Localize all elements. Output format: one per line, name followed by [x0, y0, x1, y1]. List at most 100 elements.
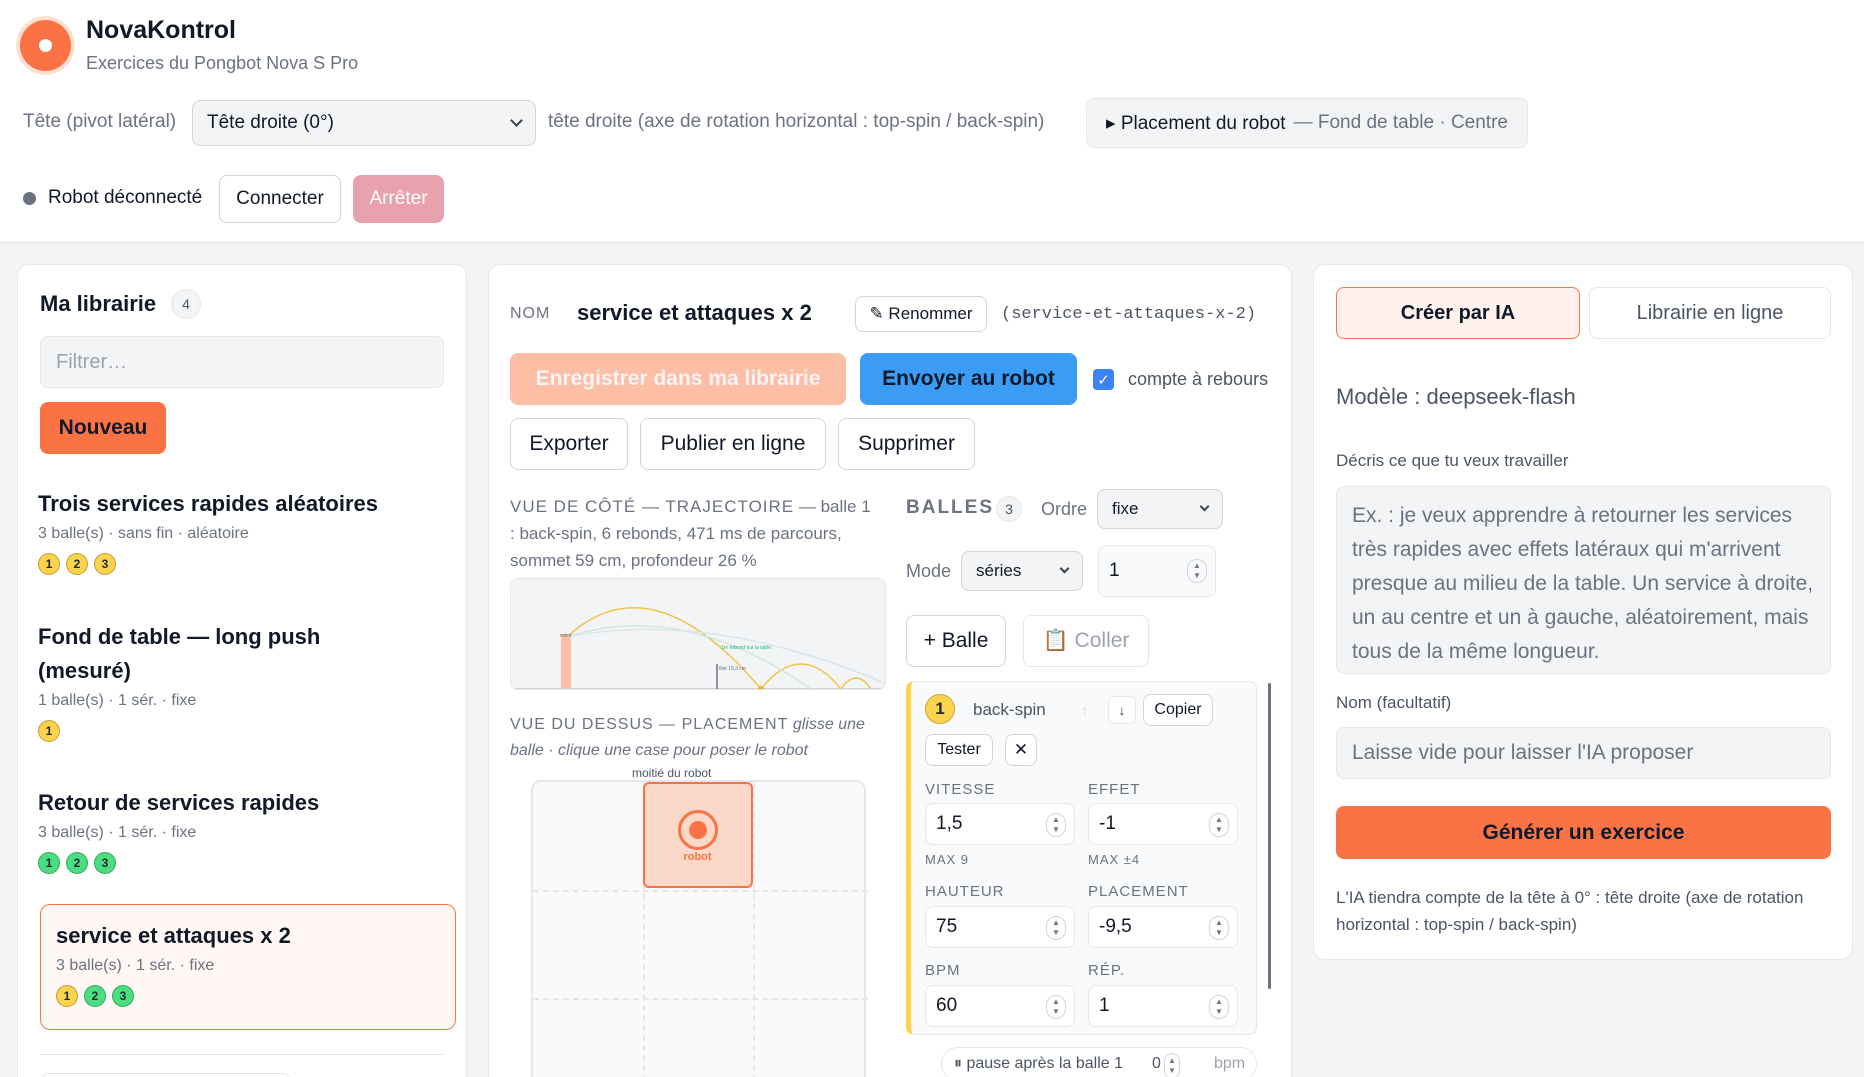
ball-dot: 1 [38, 553, 60, 575]
move-down-icon[interactable]: ↓ [1108, 696, 1136, 724]
library-item[interactable]: Fond de table — long push (mesuré) 1 bal… [38, 620, 358, 742]
stepper-icon[interactable]: ▲ ▼ [1046, 995, 1066, 1019]
trajectory-ghost [566, 624, 812, 689]
effect-value: -1 [1099, 813, 1116, 834]
app-name: NovaKontrol [86, 16, 236, 44]
rename-button[interactable]: ✎ Renommer [855, 296, 987, 332]
placement-input[interactable]: -9,5 ▲ ▼ [1088, 906, 1238, 948]
library-item-meta: 3 balle(s) · sans fin · aléatoire [38, 525, 249, 542]
side-view-chart: robot 1er rebond sur la table filet 15,3… [510, 578, 886, 690]
new-exercise-button[interactable]: Nouveau [40, 402, 166, 454]
head-select-value: Tête droite (0°) [207, 112, 334, 133]
library-filter-input[interactable]: Filtrer… [40, 336, 444, 388]
robot-bar [561, 634, 571, 689]
order-select-value: fixe [1112, 499, 1139, 518]
send-to-robot-button[interactable]: Envoyer au robot [860, 353, 1077, 405]
close-icon[interactable]: ✕ [1005, 734, 1037, 766]
library-count-badge: 4 [171, 289, 201, 319]
library-item-selected[interactable]: service et attaques x 2 3 balle(s) · 1 s… [40, 904, 456, 1030]
connect-button[interactable]: Connecter [219, 175, 341, 223]
head-select[interactable]: Tête droite (0°) [192, 100, 536, 146]
add-ball-button[interactable]: + Balle [906, 615, 1006, 667]
speed-label: VITESSE [925, 781, 996, 798]
bounce-tag: 1er rebond sur la table [721, 645, 771, 651]
pause-label: ⏸ pause après la balle 1 [954, 1055, 1124, 1072]
robot-cell[interactable]: robot [643, 782, 753, 888]
editor-panel: NOM service et attaques x 2 ✎ Renommer (… [488, 264, 1292, 1077]
library-item[interactable]: Trois services rapides aléatoires 3 ball… [38, 487, 440, 575]
top-view-half-label: moitié du robot [632, 766, 712, 780]
tab-online-library[interactable]: Librairie en ligne [1589, 287, 1831, 339]
robot-placement-toggle[interactable]: ▸ Placement du robot — Fond de table · C… [1086, 98, 1528, 148]
move-up-icon[interactable]: ↑ [1071, 696, 1099, 724]
trajectory-svg: robot 1er rebond sur la table filet 15,3… [511, 607, 885, 689]
countdown-checkbox[interactable]: ✓ [1093, 369, 1114, 390]
speed-max: MAX 9 [925, 852, 970, 867]
mode-select-value: séries [976, 561, 1022, 580]
ball-dots: 1 2 3 [38, 553, 440, 575]
countdown-label: compte à rebours [1128, 369, 1269, 389]
pause-row: ⏸ pause après la balle 1 0 ▲ ▼ bpm [941, 1047, 1257, 1077]
save-to-library-button[interactable]: Enregistrer dans ma librairie [510, 353, 846, 405]
order-select[interactable]: fixe [1097, 489, 1223, 529]
name-optional-input[interactable]: Laisse vide pour laisser l'IA proposer [1336, 727, 1831, 779]
generate-exercise-button[interactable]: Générer un exercice [1336, 806, 1831, 859]
paste-button[interactable]: 📋 Coller [1023, 615, 1149, 667]
stop-button[interactable]: Arrêter [353, 175, 444, 223]
bpm-input[interactable]: 60 ▲ ▼ [925, 985, 1075, 1027]
exercise-slug: (service-et-attaques-x-2) [1001, 305, 1257, 324]
rep-input[interactable]: 1 ▲ ▼ [1088, 985, 1238, 1027]
ball-dot: 1 [38, 720, 60, 742]
ball-dots: 1 2 3 [56, 985, 291, 1007]
mode-select[interactable]: séries [961, 551, 1083, 591]
top-view-caption: VUE DU DESSUS — PLACEMENT glisse une bal… [510, 712, 885, 764]
ball-list-scrollbar[interactable] [1268, 683, 1271, 989]
series-count-input[interactable]: 1 ▲ ▼ [1098, 545, 1216, 597]
app-logo-icon [20, 20, 71, 71]
speed-value: 1,5 [936, 813, 963, 834]
stepper-icon[interactable]: ▲ ▼ [1209, 995, 1229, 1019]
ball-dot: 1 [38, 852, 60, 874]
describe-textarea[interactable]: Ex. : je veux apprendre à retourner les … [1336, 486, 1831, 674]
chevron-down-icon [1059, 563, 1070, 574]
stepper-icon[interactable]: ▲ ▼ [1187, 559, 1207, 583]
test-ball-button[interactable]: Tester [925, 734, 993, 766]
stepper-icon[interactable]: ▲ ▼ [1164, 1053, 1180, 1077]
effect-label: EFFET [1088, 781, 1141, 798]
top-bar: NovaKontrol Exercices du Pongbot Nova S … [0, 0, 1864, 243]
stepper-icon[interactable]: ▲ ▼ [1046, 916, 1066, 940]
library-item-title: Fond de table — long push (mesuré) [38, 624, 321, 683]
pause-unit: bpm [1214, 1055, 1246, 1072]
connection-status: Robot déconnecté [48, 187, 203, 208]
app-subtitle: Exercices du Pongbot Nova S Pro [86, 53, 359, 73]
library-panel: Ma librairie 4 Filtrer… Nouveau Trois se… [17, 264, 467, 1077]
divider [40, 1054, 444, 1055]
top-view-table[interactable]: robot [531, 780, 868, 1077]
height-input[interactable]: 75 ▲ ▼ [925, 906, 1075, 948]
describe-label: Décris ce que tu veux travailler [1336, 451, 1569, 470]
ball-dot: 3 [94, 852, 116, 874]
rep-label: RÉP. [1088, 962, 1126, 979]
library-item[interactable]: Retour de services rapides 3 balle(s) · … [38, 786, 440, 874]
ball-dot: 1 [56, 985, 78, 1007]
mode-label: Mode [906, 561, 952, 581]
publish-button[interactable]: Publier en ligne [640, 418, 826, 470]
effect-input[interactable]: -1 ▲ ▼ [1088, 803, 1238, 845]
stepper-icon[interactable]: ▲ ▼ [1209, 813, 1229, 837]
pause-value[interactable]: 0 [1152, 1055, 1161, 1073]
library-footer-button[interactable] [40, 1073, 290, 1077]
delete-button[interactable]: Supprimer [838, 418, 975, 470]
robot-icon [678, 810, 718, 850]
export-button[interactable]: Exporter [510, 418, 628, 470]
library-item-title: Trois services rapides aléatoires [38, 491, 378, 516]
stepper-icon[interactable]: ▲ ▼ [1209, 916, 1229, 940]
status-dot-icon [23, 192, 36, 205]
ball-card: 1 back-spin ↑ ↓ Copier Tester ✕ VITESSE … [906, 681, 1257, 1035]
side-view-caption: VUE DE CÔTÉ — TRAJECTOIRE — balle 1 : ba… [510, 493, 880, 574]
tab-create-ai[interactable]: Créer par IA [1336, 287, 1580, 339]
speed-input[interactable]: 1,5 ▲ ▼ [925, 803, 1075, 845]
library-item-title: Retour de services rapides [38, 790, 320, 815]
copy-ball-button[interactable]: Copier [1143, 694, 1213, 726]
stepper-icon[interactable]: ▲ ▼ [1046, 813, 1066, 837]
net-tag: filet 15,3 cm [719, 666, 746, 672]
